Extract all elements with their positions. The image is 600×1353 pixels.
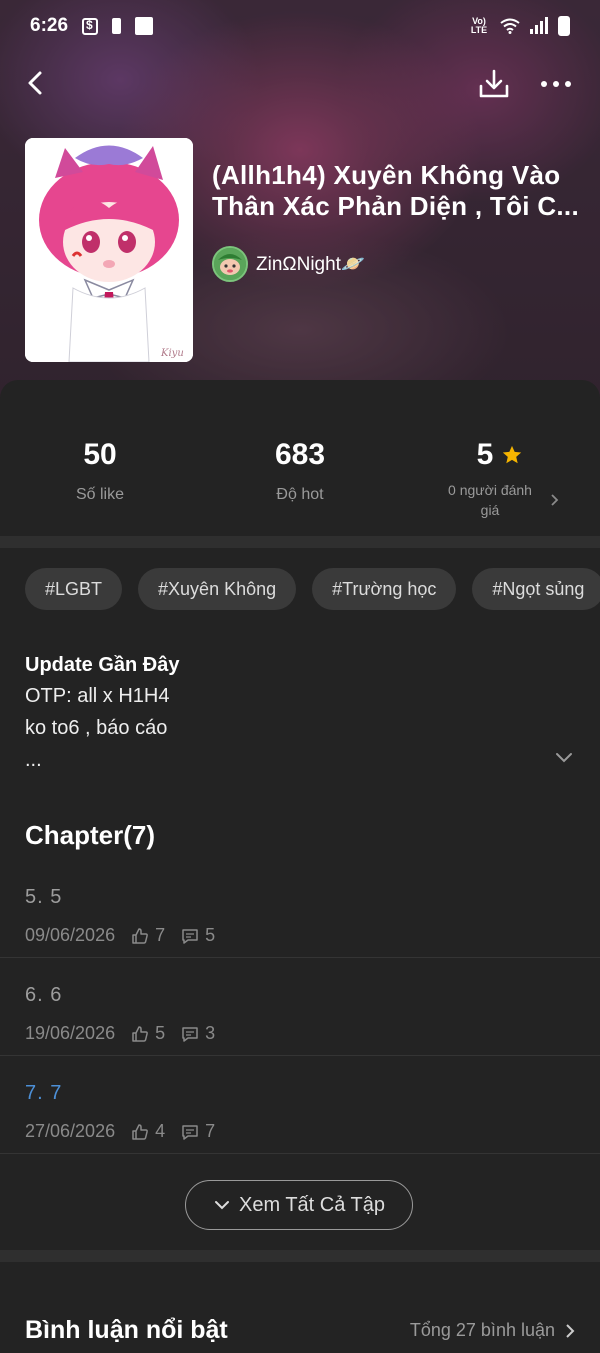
chapter-name: 7. 7 — [25, 1082, 63, 1104]
update-line: ko to6 , báo cáo — [25, 717, 168, 739]
likes-count: 50 — [83, 438, 117, 471]
download-icon[interactable] — [476, 66, 512, 102]
chapter-row[interactable]: 7. 7 27/06/2026 4 7 — [0, 1056, 600, 1154]
tag-chip[interactable]: #Ngọt sủng — [472, 568, 600, 610]
chapter-name: 6. 6 — [25, 984, 63, 1006]
section-divider — [0, 1250, 600, 1262]
stat-rating[interactable]: 5 0 người đánh giá — [400, 438, 600, 520]
signal-icon — [530, 17, 548, 34]
back-icon[interactable] — [22, 68, 52, 98]
chapter-row[interactable]: 5. 5 09/06/2026 7 5 — [0, 860, 600, 958]
chapter-meta: 09/06/2026 7 5 — [25, 925, 575, 946]
chapter-comments: 3 — [205, 1023, 216, 1043]
hot-label: Độ hot — [276, 486, 324, 503]
comment-icon — [182, 1124, 198, 1140]
story-title: (Allh1h4) Xuyên Không Vào Thân Xác Phản … — [212, 160, 579, 221]
chapter-meta: 27/06/2026 4 7 — [25, 1121, 575, 1142]
story-cover-image[interactable]: Kiyu — [25, 138, 193, 362]
chapter-name: 5. 5 — [25, 886, 63, 908]
svg-text:Kiyu: Kiyu — [160, 348, 184, 359]
shop-icon — [82, 17, 99, 35]
lte-indicator: Vo) LTE — [470, 16, 488, 35]
chapter-meta: 19/06/2026 5 3 — [25, 1023, 575, 1044]
update-line: OTP: all x H1H4 — [25, 685, 170, 707]
notification-icon — [135, 17, 154, 35]
chapter-heading: Chapter(7) — [25, 820, 156, 850]
stat-likes: 50 Số like — [0, 438, 200, 520]
thumbs-up-icon — [132, 1025, 148, 1042]
chapter-likes: 4 — [155, 1121, 166, 1141]
rating-value: 5 — [476, 438, 494, 471]
chapter-date: 27/06/2026 — [25, 1121, 116, 1141]
tag-chip[interactable]: #Trường học — [312, 568, 457, 610]
expand-chevron-down-icon[interactable] — [553, 746, 575, 768]
comments-total-label: Tổng 27 bình luận — [409, 1320, 555, 1340]
chapter-list: 5. 5 09/06/2026 7 5 6. 6 19/06/2026 5 3 … — [0, 860, 600, 1154]
chapter-likes: 5 — [155, 1023, 166, 1043]
thumbs-up-icon — [132, 1123, 148, 1140]
rating-count-label: 0 người đánh giá — [448, 482, 532, 518]
chevron-right-icon — [566, 1323, 575, 1338]
chapter-row[interactable]: 6. 6 19/06/2026 5 3 — [0, 958, 600, 1056]
tag-chip[interactable]: #Xuyên Không — [138, 568, 297, 610]
recent-update[interactable]: Update Gần Đây OTP: all x H1H4 ko to6 , … — [25, 650, 575, 776]
update-line: ... — [25, 749, 42, 771]
see-all-label: Xem Tất Cả Tập — [239, 1193, 385, 1216]
thumbs-up-icon — [132, 927, 148, 944]
detail-sheet: 50 Số like 683 Độ hot 5 0 người đánh giá — [0, 380, 600, 1353]
tag-list: #LGBT #Xuyên Không #Trường học #Ngọt sủn… — [25, 568, 600, 610]
chapter-date: 19/06/2026 — [25, 1023, 116, 1043]
rating-count-link[interactable]: 0 người đánh giá — [400, 480, 600, 520]
author-link[interactable]: ZinΩNight🪐 — [212, 246, 365, 282]
star-icon — [503, 445, 522, 464]
author-name: ZinΩNight🪐 — [256, 254, 365, 275]
battery-saver-icon — [112, 18, 122, 34]
stats-row: 50 Số like 683 Độ hot 5 0 người đánh giá — [0, 438, 600, 520]
hot-count: 683 — [274, 438, 326, 471]
chapter-comments: 5 — [205, 925, 216, 945]
top-nav — [0, 62, 600, 106]
comment-icon — [182, 928, 198, 944]
section-divider — [0, 536, 600, 548]
chapter-date: 09/06/2026 — [25, 925, 116, 945]
chapter-likes: 7 — [155, 925, 166, 945]
wifi-icon — [500, 18, 520, 34]
battery-icon — [558, 16, 570, 36]
chevron-right-icon — [551, 494, 559, 506]
status-bar: 6:26 Vo) LTE — [0, 0, 600, 52]
comments-title: Bình luận nổi bật — [25, 1316, 228, 1344]
see-all-chapters-button[interactable]: Xem Tất Cả Tập — [185, 1180, 413, 1230]
more-options-icon[interactable] — [538, 66, 574, 102]
author-avatar — [212, 246, 248, 282]
clock: 6:26 — [30, 15, 69, 36]
cover-illustration: Kiyu — [25, 138, 193, 362]
comments-total-link[interactable]: Tổng 27 bình luận — [410, 1320, 575, 1341]
chapter-comments: 7 — [205, 1121, 216, 1141]
stat-hot: 683 Độ hot — [200, 438, 400, 520]
tag-chip[interactable]: #LGBT — [25, 568, 123, 610]
likes-label: Số like — [75, 486, 125, 503]
featured-comments-header: Bình luận nổi bật Tổng 27 bình luận — [25, 1316, 575, 1345]
comment-icon — [182, 1026, 198, 1042]
rating-value-wrap: 5 — [400, 438, 600, 472]
update-title: Update Gần Đây — [25, 654, 180, 676]
chevron-down-icon — [215, 1201, 229, 1210]
